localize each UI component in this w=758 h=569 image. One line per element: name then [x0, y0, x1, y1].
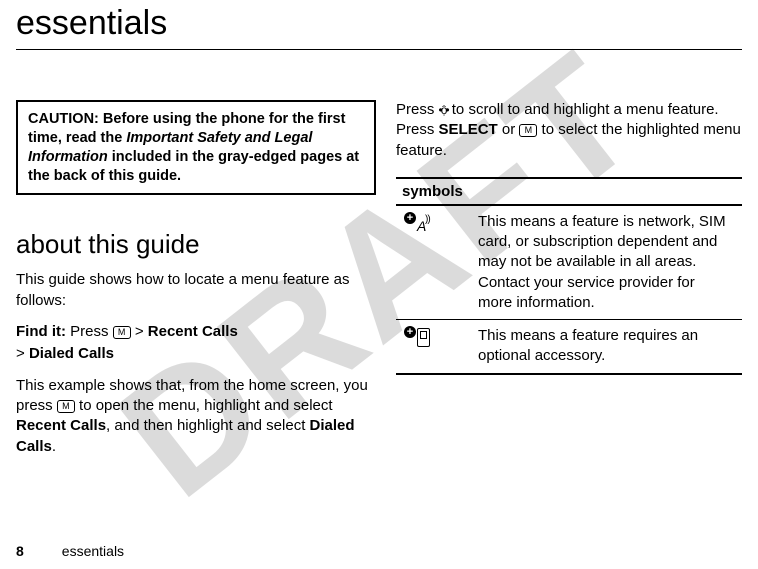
find-it-press: Press [66, 323, 113, 340]
menu-key-icon: M [519, 124, 537, 137]
ex-p4: . [52, 438, 56, 455]
menu-key-icon: M [57, 400, 75, 413]
caution-box: CAUTION: Before using the phone for the … [16, 100, 376, 195]
rp-1: Press [396, 101, 439, 118]
page-footer: 8 essentials [16, 543, 124, 559]
page-title: essentials [16, 4, 742, 43]
network-dependent-icon: + A )) [404, 212, 436, 234]
left-column: CAUTION: Before using the phone for the … [16, 100, 376, 467]
phone-icon [417, 328, 430, 347]
ex-p2: to open the menu, highlight and select [75, 397, 333, 414]
plus-icon: + [404, 212, 416, 224]
find-it-sep1: > [131, 323, 148, 340]
symbol-text: This means a feature requires an optiona… [478, 320, 742, 373]
select-softkey: SELECT [439, 121, 498, 138]
find-it-item1: Recent Calls [148, 323, 238, 340]
symbols-header: symbols [396, 179, 742, 206]
intro-paragraph: This guide shows how to locate a menu fe… [16, 270, 376, 311]
ex-b1: Recent Calls [16, 417, 106, 434]
find-it-line: Find it: Press M > Recent Calls > Dialed… [16, 321, 376, 366]
ex-p3: , and then highlight and select [106, 417, 309, 434]
symbol-text: This means a feature is network, SIM car… [478, 206, 742, 319]
section-heading: about this guide [16, 229, 376, 260]
signal-waves-icon: )) [425, 214, 430, 225]
find-it-sep2: > [16, 345, 29, 362]
right-paragraph: Press •ộ• to scroll to and highlight a m… [396, 100, 742, 161]
find-it-label: Find it: [16, 323, 66, 340]
right-column: Press •ộ• to scroll to and highlight a m… [396, 100, 742, 467]
example-paragraph: This example shows that, from the home s… [16, 376, 376, 457]
caution-label: CAUTION: [28, 111, 99, 127]
symbol-icon-cell: + A )) [396, 206, 478, 319]
find-it-item2: Dialed Calls [29, 345, 114, 362]
footer-label: essentials [62, 543, 124, 559]
plus-icon: + [404, 326, 416, 338]
page-number: 8 [16, 543, 24, 559]
table-row: + This means a feature requires an optio… [396, 320, 742, 373]
nav-key-icon: •ộ• [439, 103, 448, 117]
symbols-table: symbols + A )) This means a feature is n… [396, 177, 742, 375]
table-row: + A )) This means a feature is network, … [396, 206, 742, 320]
menu-key-icon: M [113, 326, 131, 339]
columns: CAUTION: Before using the phone for the … [16, 100, 742, 467]
page-content: essentials CAUTION: Before using the pho… [0, 4, 758, 467]
accessory-required-icon: + [404, 326, 436, 348]
symbol-icon-cell: + [396, 320, 478, 373]
title-rule [16, 49, 742, 50]
rp-3: or [498, 121, 520, 138]
